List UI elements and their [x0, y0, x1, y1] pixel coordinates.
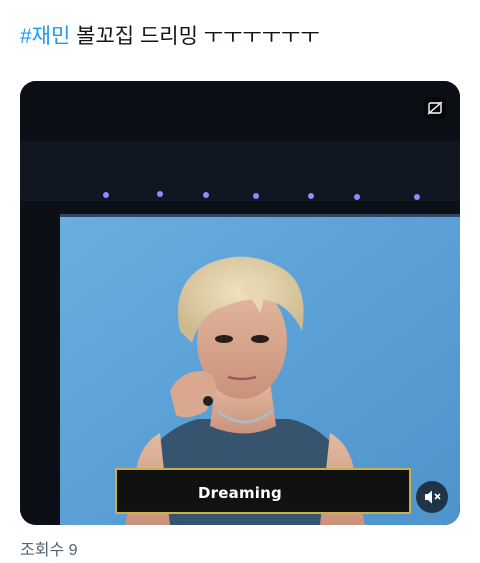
tweet-body-text: 볼꼬집 드리밍 ㅜㅜㅜㅜㅜㅜ: [70, 25, 320, 48]
hashtag-link[interactable]: #재민: [20, 25, 70, 48]
gif-settings-icon[interactable]: [424, 97, 446, 119]
tweet-post: #재민 볼꼬집 드리밍 ㅜㅜㅜㅜㅜㅜ Dreaming 조회수 9: [0, 0, 480, 563]
mute-button[interactable]: [416, 481, 448, 513]
speaker-muted-icon: [425, 490, 441, 504]
video-player[interactable]: Dreaming: [20, 81, 460, 525]
view-count: 조회수 9: [20, 542, 78, 559]
tweet-text: #재민 볼꼬집 드리밍 ㅜㅜㅜㅜㅜㅜ: [20, 22, 320, 52]
video-caption: Dreaming: [198, 484, 282, 502]
concert-video-frame: [20, 81, 460, 525]
